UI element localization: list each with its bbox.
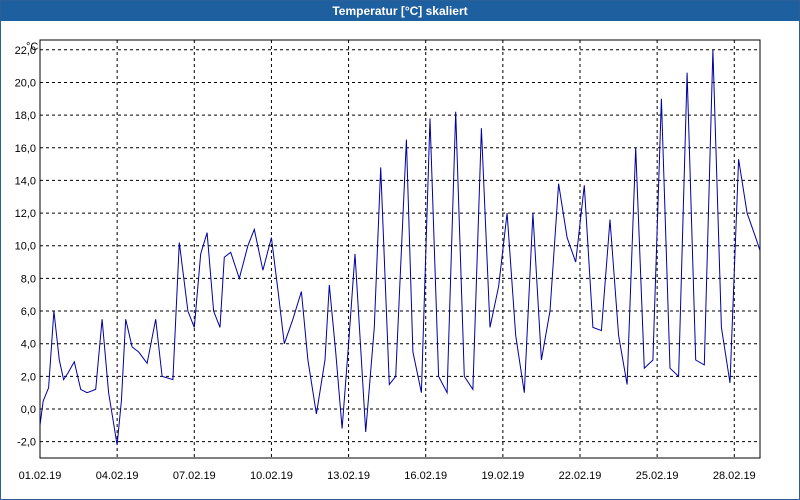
y-tick-label: 6,0 xyxy=(21,306,36,318)
temperature-series-line xyxy=(39,49,761,445)
y-tick-label: 10,0 xyxy=(15,241,36,253)
x-tick-label: 25.02.19 xyxy=(636,470,679,482)
y-tick-label: 20,0 xyxy=(15,77,36,89)
x-tick-label: 13.02.19 xyxy=(327,470,370,482)
x-tick-label: 22.02.19 xyxy=(559,470,602,482)
y-tick-label: 18,0 xyxy=(15,110,36,122)
x-tick-label: 04.02.19 xyxy=(96,470,139,482)
y-tick-label: 0,0 xyxy=(21,404,36,416)
y-tick-label: -2,0 xyxy=(17,437,36,449)
x-tick-label: 28.02.19 xyxy=(713,470,756,482)
y-tick-label: 4,0 xyxy=(21,339,36,351)
y-tick-label: 12,0 xyxy=(15,208,36,220)
x-tick-labels: 01.02.19 04.02.19 07.02.19 10.02.19 13.02.19… xyxy=(19,470,756,482)
y-tick-label: 2,0 xyxy=(21,371,36,383)
x-tick-label: 10.02.19 xyxy=(250,470,293,482)
chart-grid xyxy=(40,40,760,458)
y-tick-labels: -2,0 0,0 2,0 4,0 6,0 8,0 10,0 12,0 14,0 16,0 18,0 2… xyxy=(15,45,36,449)
y-tick-label: 14,0 xyxy=(15,175,36,187)
x-tick-label: 19.02.19 xyxy=(481,470,524,482)
y-tick-label: 8,0 xyxy=(21,273,36,285)
y-tick-label: 16,0 xyxy=(15,143,36,155)
chart-canvas: °C -2,00,02,04,06,08,010,012,014,016,018… xyxy=(15,39,761,482)
x-tick-label: 07.02.19 xyxy=(173,470,216,482)
plot-area-frame xyxy=(39,39,761,459)
x-tick-label: 01.02.19 xyxy=(19,470,62,482)
y-tick-label: 22,0 xyxy=(15,45,36,57)
x-tick-label: 16.02.19 xyxy=(404,470,447,482)
